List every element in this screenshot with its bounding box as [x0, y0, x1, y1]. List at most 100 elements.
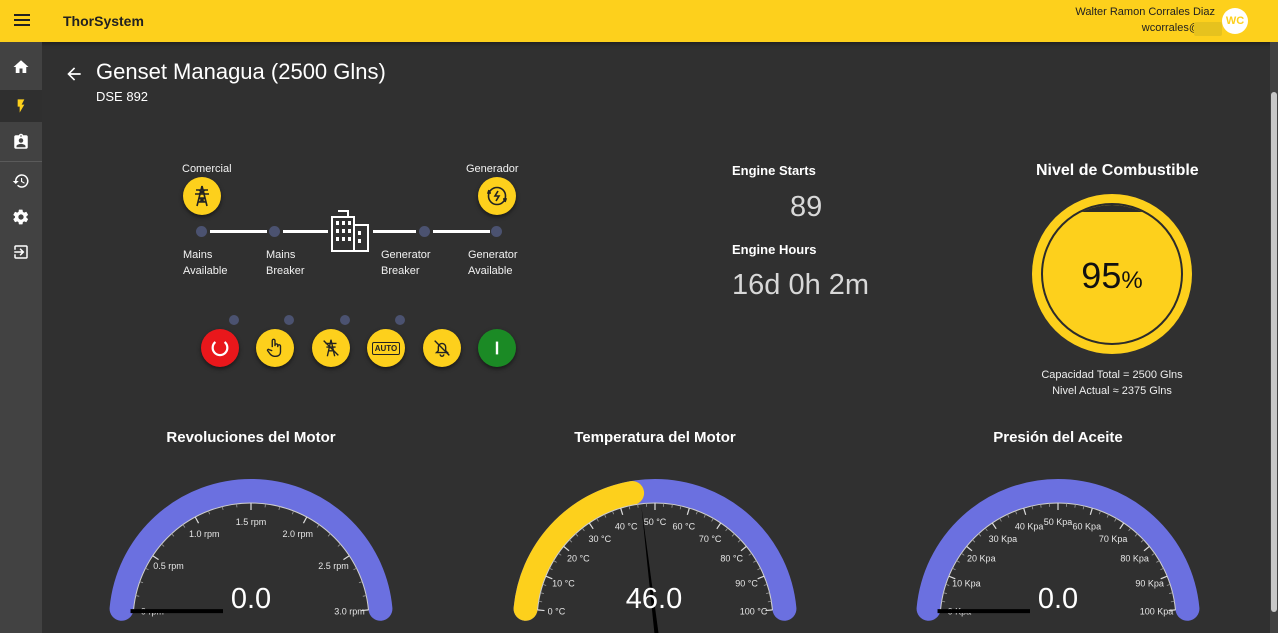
fuel-capacity: Capacidad Total = 2500 Glns — [1041, 369, 1183, 381]
gauge-major-tick — [152, 555, 159, 561]
avatar[interactable]: WC — [1222, 8, 1248, 34]
gauge-minor-tick — [145, 567, 149, 571]
gauge-minor-tick — [569, 539, 573, 543]
gauge-minor-tick — [1140, 539, 1144, 543]
node-label: Generator Available — [468, 249, 518, 277]
scrollbar-thumb[interactable] — [1271, 92, 1277, 612]
start-icon — [495, 341, 499, 355]
auto-button[interactable]: AUTO — [367, 329, 405, 367]
gauge-tick-label: 80 Kpa — [1120, 553, 1149, 563]
gauge-minor-tick — [952, 567, 956, 571]
gauge-minor-tick — [362, 595, 367, 597]
gauge-minor-tick — [766, 592, 770, 594]
gauge-minor-tick — [353, 567, 357, 571]
back-arrow-icon[interactable] — [64, 64, 84, 84]
email-redaction — [1194, 22, 1222, 36]
gauge-minor-tick — [139, 581, 144, 584]
sidebar-divider — [0, 161, 42, 162]
menu-icon[interactable] — [14, 14, 30, 28]
gauge-minor-tick — [553, 560, 557, 563]
gauge-minor-tick — [604, 514, 607, 518]
gauge-tick-label: 10 °C — [552, 578, 575, 588]
generator-icon — [478, 177, 516, 215]
gauge-minor-tick — [1156, 560, 1160, 563]
gauge-tick-label: 70 °C — [699, 534, 722, 544]
gauge-major-tick — [588, 522, 594, 530]
gauge-minor-tick — [291, 510, 294, 515]
gauge-minor-tick — [337, 543, 341, 547]
generator-breaker-indicator — [419, 226, 430, 237]
manual-button[interactable] — [256, 329, 294, 367]
fuel-title: Nivel de Combustible — [1036, 162, 1199, 179]
mains-tower-icon — [183, 177, 221, 215]
gauge-major-tick — [1143, 545, 1150, 552]
gauge-minor-tick — [671, 504, 673, 508]
fuel-current-level: Nivel Actual ≈ 2375 Glns — [1052, 385, 1172, 397]
alarm-mute-button[interactable] — [423, 329, 461, 367]
gauge-major-tick — [966, 545, 973, 552]
scrollbar[interactable] — [1270, 42, 1278, 633]
gauge-minor-tick — [679, 505, 682, 510]
gauge-major-tick — [740, 545, 747, 552]
gauge-minor-tick — [558, 552, 562, 556]
gauge-major-tick — [686, 507, 690, 515]
gauge-major-tick — [1119, 522, 1125, 530]
generator-available-indicator — [491, 226, 502, 237]
gauge-minor-tick — [278, 506, 281, 511]
gauge-minor-tick — [984, 527, 988, 532]
gauge-minor-tick — [1134, 533, 1138, 537]
gauge-tick-label: 40 Kpa — [1015, 521, 1044, 531]
gauge-minor-tick — [956, 560, 960, 563]
gauge-minor-tick — [1166, 583, 1171, 586]
gauge-tick-label: 20 °C — [567, 553, 590, 563]
manual-led — [229, 315, 239, 325]
sidebar-item-logout[interactable] — [0, 236, 42, 268]
gauge-minor-tick — [540, 592, 544, 594]
sidebar-item-settings[interactable] — [0, 201, 42, 233]
stop-button[interactable] — [201, 329, 239, 367]
gauge-minor-tick — [358, 581, 363, 584]
gauge-minor-tick — [1007, 514, 1010, 518]
gauge-major-tick — [1023, 507, 1027, 515]
assignment-icon — [14, 133, 28, 149]
gauge-tick-label: 80 °C — [720, 553, 743, 563]
gauge-minor-tick — [1170, 600, 1175, 603]
gauge-major-tick — [194, 516, 200, 524]
gauge-tick-label: 1.0 rpm — [189, 529, 220, 539]
sidebar-item-history[interactable] — [0, 165, 42, 197]
bus-line — [210, 230, 267, 233]
gauge-minor-tick — [767, 600, 772, 603]
bell-off-icon — [434, 340, 450, 357]
mains-label: Comercial — [182, 163, 232, 175]
bus-line — [373, 230, 416, 233]
page-subtitle: DSE 892 — [96, 89, 149, 104]
gauge-tick-label: 0 °C — [548, 607, 566, 617]
gauge-minor-tick — [763, 583, 768, 586]
test-button[interactable] — [312, 329, 350, 367]
gauge-major-tick — [757, 575, 765, 580]
gauge-minor-tick — [1015, 510, 1018, 515]
sidebar-item-home[interactable] — [0, 51, 42, 83]
gauge-tick-label: 70 Kpa — [1099, 534, 1128, 544]
node-label: Generator Breaker — [381, 249, 431, 277]
gauge-minor-tick — [748, 552, 752, 556]
gauge-major-tick — [1089, 507, 1093, 515]
sidebar-item-power[interactable] — [0, 90, 42, 122]
gauge-minor-tick — [637, 504, 639, 508]
gauge-minor-tick — [327, 533, 331, 537]
generator-label: Generador — [466, 163, 519, 175]
auto-label: AUTO — [371, 341, 401, 355]
gauge-tick-label: 90 Kpa — [1135, 578, 1164, 588]
gauge-minor-tick — [757, 567, 761, 571]
gauge-minor-tick — [316, 524, 320, 528]
gauge-minor-tick — [135, 595, 140, 597]
sidebar-item-reports[interactable] — [0, 126, 42, 158]
gauge-tick-label: 50 °C — [644, 517, 667, 527]
oil-pressure-gauge-title: Presión del Aceite — [993, 429, 1123, 446]
fuel-percent: 95% — [1081, 255, 1143, 296]
bolt-icon — [17, 99, 25, 113]
temperature-gauge-title: Temperatura del Motor — [574, 429, 736, 446]
mains-available-indicator — [196, 226, 207, 237]
start-button[interactable] — [478, 329, 516, 367]
gauge-tick-label: 10 Kpa — [952, 578, 981, 588]
